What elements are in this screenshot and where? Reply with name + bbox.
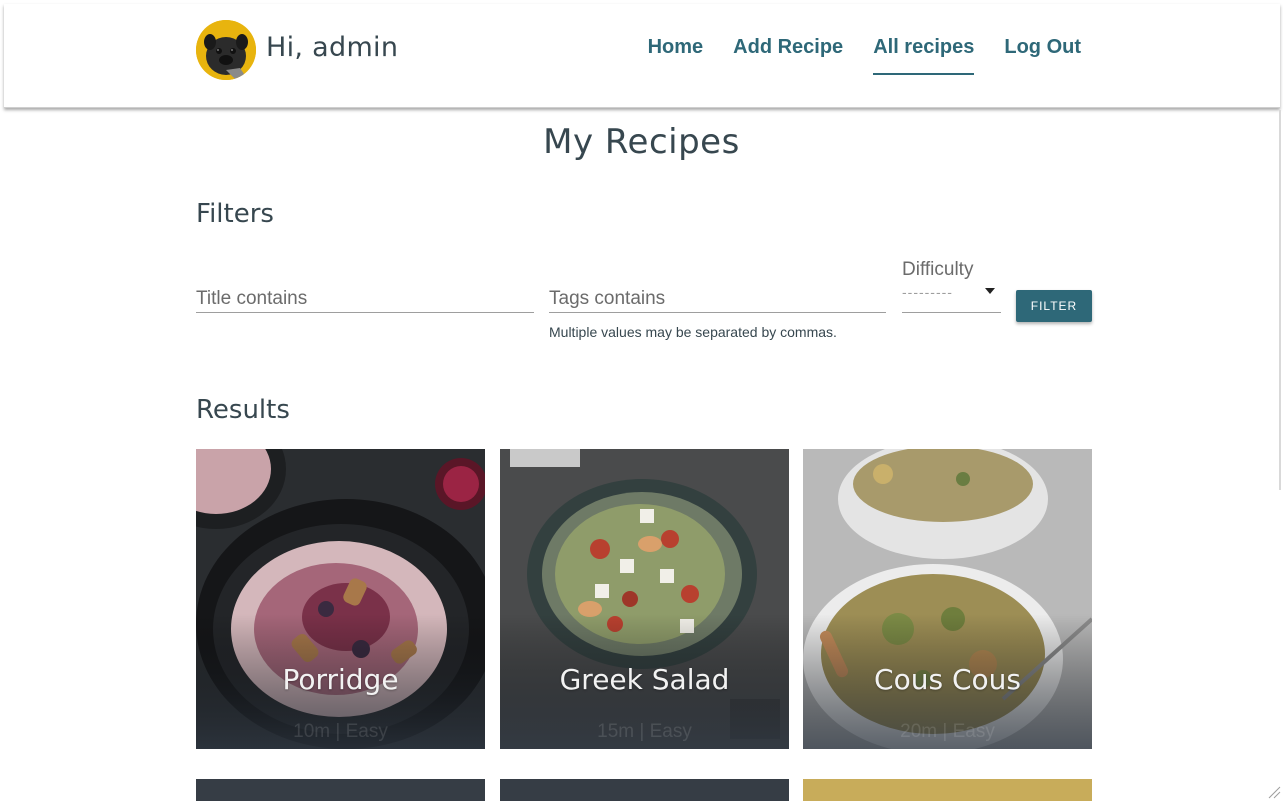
page-title: My Recipes <box>543 122 740 162</box>
resize-grip-icon[interactable] <box>1267 785 1281 799</box>
nav-add-recipe[interactable]: Add Recipe <box>733 36 843 75</box>
recipe-card-meta: 10m | Easy <box>293 721 388 742</box>
title-contains-input[interactable] <box>196 277 534 312</box>
scrollbar[interactable] <box>1279 110 1281 490</box>
nav-all-recipes[interactable]: All recipes <box>873 36 975 75</box>
filter-button[interactable]: FILTER <box>1016 290 1092 322</box>
recipe-card-partial[interactable] <box>500 779 789 801</box>
recipe-card-title: Cous Cous <box>874 663 1021 696</box>
nav-log-out[interactable]: Log Out <box>1004 36 1081 75</box>
main-nav: Home Add Recipe All recipes Log Out <box>648 36 1081 75</box>
user-avatar[interactable] <box>196 20 256 80</box>
difficulty-select[interactable]: --------- <box>902 282 1001 313</box>
difficulty-label: Difficulty <box>902 259 974 280</box>
recipe-card-title: Greek Salad <box>559 663 730 696</box>
greeting-text: Hi, admin <box>266 32 399 63</box>
difficulty-selected-value: --------- <box>902 284 953 300</box>
cous-cous-photo <box>803 449 1092 749</box>
tags-filter-field <box>549 277 886 313</box>
tags-helper-text: Multiple values may be separated by comm… <box>549 324 837 340</box>
recipe-card-cous-cous[interactable]: Cous Cous 20m | Easy <box>803 449 1092 749</box>
results-heading: Results <box>196 395 290 425</box>
greek-salad-photo <box>500 449 789 749</box>
recipe-card-meta: 20m | Easy <box>900 721 995 742</box>
recipe-card-partial[interactable] <box>196 779 485 801</box>
recipe-card-title: Porridge <box>282 663 399 696</box>
porridge-photo <box>196 449 485 749</box>
top-navbar: Hi, admin Home Add Recipe All recipes Lo… <box>4 4 1280 108</box>
recipe-card-meta: 15m | Easy <box>597 721 692 742</box>
title-filter-field <box>196 277 534 313</box>
tags-contains-input[interactable] <box>549 277 886 312</box>
recipe-card-partial[interactable] <box>803 779 1092 801</box>
caret-down-icon <box>985 288 995 294</box>
pug-avatar-icon <box>196 20 256 80</box>
recipe-card-porridge[interactable]: Porridge 10m | Easy <box>196 449 485 749</box>
recipe-card-greek-salad[interactable]: Greek Salad 15m | Easy <box>500 449 789 749</box>
nav-home[interactable]: Home <box>648 36 704 75</box>
filters-heading: Filters <box>196 199 274 229</box>
